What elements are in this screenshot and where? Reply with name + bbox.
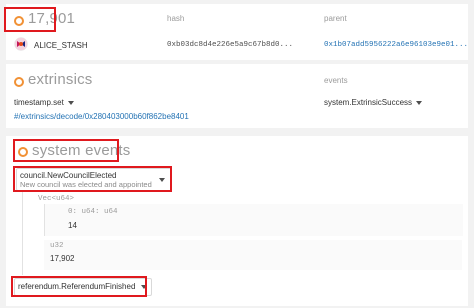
hash-column-header: hash (167, 14, 185, 23)
extrinsic-event-dropdown[interactable]: system.ExtrinsicSuccess (324, 98, 423, 107)
block-number-highlight (4, 7, 56, 32)
param-u32-value: 17,902 (50, 254, 75, 263)
author-avatar[interactable] (14, 37, 28, 51)
extrinsic-decode-link[interactable]: #/extrinsics/decode/0x280403000b60f862be… (14, 112, 189, 121)
block-hash: 0xb03dc8d4e226e5a9c67b8d0... (167, 41, 294, 49)
system-events-title-highlight (13, 139, 119, 162)
param-u32 (44, 240, 462, 270)
author-name[interactable]: ALICE_STASH (34, 41, 88, 50)
event-referendum-highlight (11, 276, 147, 297)
param-vec-type: Vec<u64> (38, 195, 75, 203)
extrinsic-event-label: system.ExtrinsicSuccess (324, 98, 413, 107)
extrinsics-card: extrinsics events timestamp.set #/extrin… (6, 64, 468, 128)
param-vec-item-value: 14 (68, 221, 77, 230)
param-u32-type: u32 (50, 242, 64, 250)
extrinsics-section-icon (14, 77, 24, 87)
extrinsic-method-dropdown[interactable]: timestamp.set (14, 98, 74, 107)
events-column-header: events (324, 76, 348, 85)
parent-hash-link[interactable]: 0x1b07add5956222a6e96103e9e01... (324, 41, 468, 49)
caret-down-icon (67, 100, 74, 105)
parent-column-header: parent (324, 14, 347, 23)
caret-down-icon (416, 100, 423, 105)
extrinsics-title: extrinsics (28, 71, 93, 88)
extrinsic-method-label: timestamp.set (14, 98, 64, 107)
event-council-highlight (13, 166, 172, 192)
param-vec-item-label: 0: u64: u64 (68, 208, 118, 216)
block-header-card: 17,901 hash parent ALICE_STASH 0xb03dc8d… (6, 4, 468, 60)
